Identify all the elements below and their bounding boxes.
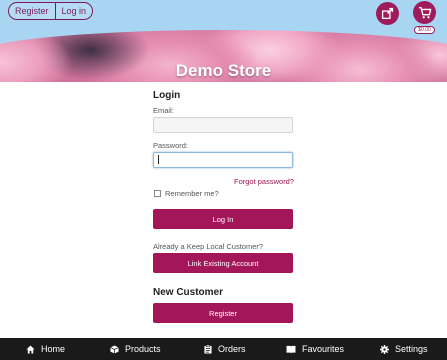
email-label: Email: (153, 106, 174, 115)
nav-item-products[interactable]: Products (110, 338, 161, 360)
email-field[interactable] (153, 117, 293, 133)
checkbox-box[interactable] (154, 190, 161, 197)
link-existing-account-button[interactable]: Link Existing Account (153, 253, 293, 273)
register-link[interactable]: Register (9, 3, 55, 19)
nav-label-settings: Settings (395, 344, 428, 354)
clipboard-icon (204, 344, 212, 353)
nav-label-favourites: Favourites (302, 344, 345, 354)
forgot-password-link[interactable]: Forgot password? (234, 177, 294, 186)
login-heading: Login (153, 90, 181, 101)
remember-me-checkbox[interactable]: Remember me? (154, 189, 219, 198)
gear-icon (380, 344, 389, 354)
link-account-prompt: Already a Keep Local Customer? (153, 242, 264, 251)
store-title: Demo Store (175, 61, 272, 80)
cart-button[interactable] (413, 1, 436, 24)
register-button[interactable]: Register (153, 303, 293, 323)
nav-item-home[interactable]: Home (26, 338, 65, 360)
auth-pill: Register Log in (8, 2, 94, 20)
password-label: Password: (153, 141, 189, 150)
book-icon (286, 345, 296, 354)
nav-item-orders[interactable]: Orders (204, 338, 246, 360)
cart-total-badge: $0.00 (414, 26, 435, 34)
cart-icon (418, 7, 431, 19)
text-caret (158, 155, 159, 164)
nav-label-home: Home (41, 344, 66, 354)
bottom-nav: Home Products Orders Favourites Settings (0, 338, 447, 360)
share-button[interactable] (376, 2, 399, 25)
share-icon (381, 7, 394, 20)
new-customer-heading: New Customer (153, 287, 224, 298)
login-link[interactable]: Log in (56, 3, 93, 19)
nav-item-settings[interactable]: Settings (380, 338, 428, 360)
login-button[interactable]: Log In (153, 209, 293, 229)
password-field[interactable] (153, 152, 293, 168)
nav-label-orders: Orders (218, 344, 246, 354)
remember-me-label: Remember me? (165, 189, 219, 198)
nav-label-products: Products (125, 344, 161, 354)
home-icon (26, 344, 35, 354)
box-icon (110, 344, 119, 354)
nav-item-favourites[interactable]: Favourites (286, 338, 344, 360)
